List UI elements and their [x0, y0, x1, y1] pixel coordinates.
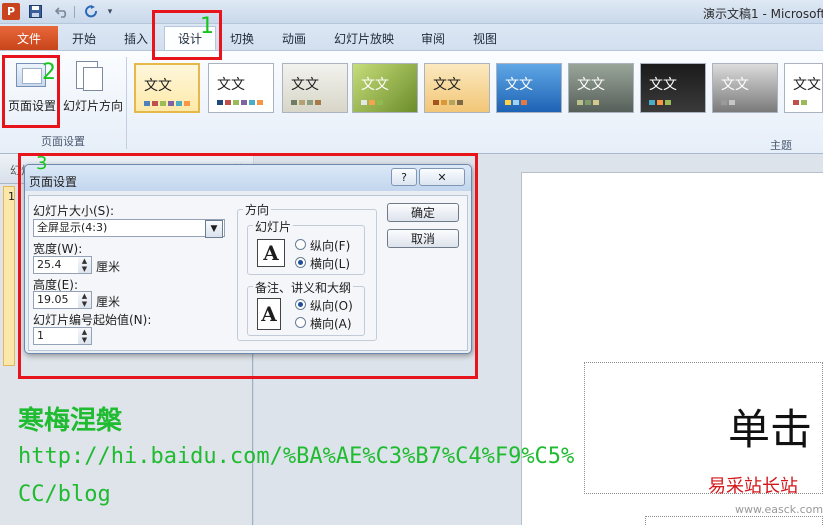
slide-orientation-button-label: 幻灯片方向 — [62, 99, 123, 113]
watermark-site: 易采站长站 — [708, 476, 798, 497]
ribbon-group-separator — [126, 57, 127, 149]
theme-color-bars — [144, 101, 190, 106]
theme-color-bars — [361, 100, 383, 105]
annotation-step-2: 2 — [42, 60, 56, 85]
theme-color-bars — [577, 100, 599, 105]
theme-2[interactable]: 文文 — [208, 63, 274, 113]
theme-9[interactable]: 文文 — [712, 63, 778, 113]
annotation-box-dialog — [18, 153, 478, 379]
group-label-page-setup: 页面设置 — [41, 135, 85, 148]
theme-office[interactable]: 文文 — [134, 63, 200, 113]
theme-6[interactable]: 文文 — [496, 63, 562, 113]
tab-home[interactable]: 开始 — [64, 26, 104, 50]
theme-color-bars — [721, 100, 735, 105]
theme-8[interactable]: 文文 — [640, 63, 706, 113]
watermark-url-line2: CC/blog — [18, 482, 111, 507]
watermark-url-line1: http://hi.baidu.com/%BA%AE%C3%B7%C4%F9%C… — [18, 444, 575, 469]
window-title: 演示文稿1 - Microsoft — [703, 7, 823, 21]
theme-thumb-text: 文文 — [433, 77, 461, 93]
save-icon-glyph — [28, 5, 42, 18]
theme-thumb-text: 文文 — [793, 77, 821, 93]
redo-icon-glyph — [85, 5, 97, 18]
theme-color-bars — [291, 100, 321, 105]
tab-transitions[interactable]: 切换 — [222, 26, 262, 50]
theme-thumb-text: 文文 — [649, 77, 677, 93]
theme-thumb-text: 文文 — [721, 77, 749, 93]
title-bar: P ▾ 演示文稿1 - Microsoft — [0, 0, 823, 24]
theme-color-bars — [649, 100, 671, 105]
slide-orientation-icon — [76, 61, 103, 91]
undo-icon-glyph — [55, 6, 67, 18]
ribbon: 页面设置 幻灯片方向 页面设置 文文 文文 文文 文文 文文 文文 文文 文文 … — [0, 50, 823, 154]
redo-icon[interactable] — [84, 3, 100, 20]
tab-insert[interactable]: 插入 — [116, 26, 156, 50]
save-icon[interactable] — [27, 3, 43, 20]
watermark-domain: www.easck.com — [735, 503, 823, 516]
theme-thumb-text: 文文 — [505, 77, 533, 93]
undo-icon[interactable] — [53, 3, 71, 20]
tab-slideshow[interactable]: 幻灯片放映 — [326, 26, 402, 50]
watermark-author: 寒梅涅槃 — [18, 406, 123, 436]
theme-color-bars — [217, 100, 263, 105]
theme-thumb-text: 文文 — [577, 77, 605, 93]
ribbon-tab-row: 文件 开始 插入 设计 切换 动画 幻灯片放映 审阅 视图 — [0, 24, 823, 50]
tab-animations[interactable]: 动画 — [274, 26, 314, 50]
annotation-step-1: 1 — [200, 14, 214, 39]
slide-thumbnail-number: 1 — [8, 190, 15, 203]
theme-3[interactable]: 文文 — [282, 63, 348, 113]
theme-thumb-text: 文文 — [361, 77, 389, 93]
title-placeholder-text: 单击 — [728, 405, 813, 454]
subtitle-placeholder[interactable] — [645, 516, 823, 525]
theme-thumb-text: 文文 — [217, 77, 245, 93]
group-label-themes: 主题 — [770, 139, 792, 152]
customize-qat-icon[interactable]: ▾ — [104, 3, 116, 20]
slide-thumbnail[interactable] — [3, 186, 15, 366]
theme-10[interactable]: 文文 — [784, 63, 823, 113]
theme-color-bars — [433, 100, 463, 105]
theme-thumb-text: 文文 — [144, 78, 172, 94]
annotation-step-3: 3 — [36, 153, 48, 174]
theme-color-bars — [505, 100, 527, 105]
theme-thumb-text: 文文 — [291, 77, 319, 93]
tab-file[interactable]: 文件 — [0, 26, 58, 50]
theme-color-bars — [793, 100, 807, 105]
powerpoint-app-icon[interactable]: P — [2, 3, 20, 20]
theme-7[interactable]: 文文 — [568, 63, 634, 113]
tab-view[interactable]: 视图 — [466, 26, 504, 50]
qat-separator — [74, 6, 75, 18]
slide-orientation-button[interactable]: 幻灯片方向 — [62, 57, 124, 127]
theme-4[interactable]: 文文 — [352, 63, 418, 113]
tab-review[interactable]: 审阅 — [414, 26, 452, 50]
theme-5[interactable]: 文文 — [424, 63, 490, 113]
